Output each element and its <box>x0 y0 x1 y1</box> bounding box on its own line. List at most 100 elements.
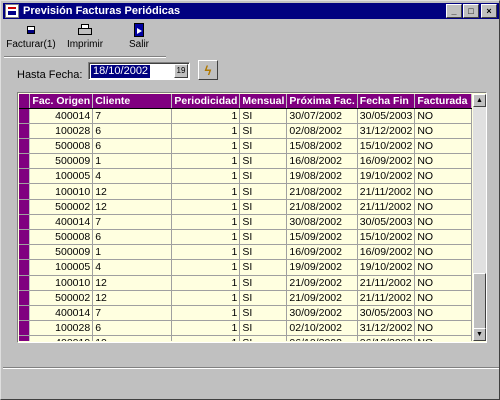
table-cell[interactable]: 1 <box>171 199 241 215</box>
row-indicator[interactable] <box>19 199 31 215</box>
table-row[interactable]: 500008 6 1 SI 15/08/2002 15/10/2002 NO <box>19 138 472 155</box>
table-cell[interactable]: 21/08/2002 <box>286 183 358 200</box>
table-cell[interactable]: NO <box>414 335 472 341</box>
table-cell[interactable]: 21/09/2002 <box>286 275 358 291</box>
table-row[interactable]: 500009 1 1 SI 16/09/2002 16/09/2002 NO <box>19 244 472 261</box>
column-header[interactable]: Fecha Fin <box>357 94 416 109</box>
table-cell[interactable]: 6 <box>92 123 173 139</box>
scroll-up-button[interactable]: ▲ <box>473 94 486 107</box>
table-cell[interactable]: NO <box>414 229 472 246</box>
table-cell[interactable]: 1 <box>171 168 241 185</box>
table-cell[interactable]: 100005 <box>29 168 94 185</box>
table-cell[interactable]: 30/09/2002 <box>286 305 358 322</box>
column-header[interactable]: Cliente <box>92 94 173 109</box>
table-cell[interactable]: 500008 <box>29 229 94 246</box>
table-cell[interactable]: 1 <box>171 123 241 139</box>
table-cell[interactable]: 21/11/2002 <box>357 290 416 306</box>
row-indicator[interactable] <box>19 153 31 170</box>
table-cell[interactable]: 06/10/2002 <box>286 335 358 341</box>
table-cell[interactable]: SI <box>239 108 288 124</box>
table-cell[interactable]: 500009 <box>29 244 94 261</box>
table-cell[interactable]: 12 <box>92 275 173 291</box>
table-cell[interactable]: 30/07/2002 <box>286 108 358 124</box>
table-row[interactable]: 400014 7 1 SI 30/09/2002 30/05/2003 NO <box>19 305 472 322</box>
invoice-grid[interactable]: Fac. Origen Cliente Periodicidad Mensual… <box>17 92 487 343</box>
table-cell[interactable]: 500002 <box>29 199 94 215</box>
table-cell[interactable]: 400019 <box>29 335 94 341</box>
table-cell[interactable]: 1 <box>171 305 241 322</box>
table-cell[interactable]: 7 <box>92 214 173 231</box>
column-header[interactable]: Periodicidad <box>171 94 241 109</box>
table-cell[interactable]: 19/10/2002 <box>357 168 416 185</box>
table-cell[interactable]: NO <box>414 153 472 170</box>
table-cell[interactable]: 31/12/2002 <box>357 320 416 337</box>
close-button[interactable]: × <box>481 4 497 18</box>
table-cell[interactable]: 19/08/2002 <box>286 168 358 185</box>
table-cell[interactable]: SI <box>239 214 288 231</box>
table-cell[interactable]: NO <box>414 290 472 306</box>
table-cell[interactable]: 1 <box>171 214 241 231</box>
table-cell[interactable]: 19/10/2002 <box>357 259 416 276</box>
table-row[interactable]: 400019101SI06/10/200206/12/2002NO <box>19 335 472 341</box>
table-cell[interactable]: SI <box>239 305 288 322</box>
table-cell[interactable]: NO <box>414 275 472 291</box>
table-cell[interactable]: NO <box>414 138 472 155</box>
table-cell[interactable]: 100010 <box>29 183 94 200</box>
table-cell[interactable]: SI <box>239 153 288 170</box>
table-cell[interactable]: 100028 <box>29 320 94 337</box>
table-cell[interactable]: 100005 <box>29 259 94 276</box>
column-header[interactable]: Facturada <box>414 94 472 109</box>
table-cell[interactable]: SI <box>239 290 288 306</box>
table-row[interactable]: 500009 1 1 SI 16/08/2002 16/09/2002 NO <box>19 153 472 170</box>
table-cell[interactable]: 500009 <box>29 153 94 170</box>
table-cell[interactable]: NO <box>414 108 472 124</box>
imprimir-button[interactable]: Imprimir <box>58 20 112 53</box>
minimize-button[interactable]: _ <box>446 4 462 18</box>
table-cell[interactable]: NO <box>414 259 472 276</box>
table-row[interactable]: 400014 7 1 SI 30/08/2002 30/05/2003 NO <box>19 214 472 231</box>
table-cell[interactable]: 12 <box>92 183 173 200</box>
table-cell[interactable]: 1 <box>171 335 241 341</box>
table-cell[interactable]: SI <box>239 320 288 337</box>
table-row[interactable]: 100010 12 1 SI 21/09/2002 21/11/2002 NO <box>19 275 472 291</box>
table-cell[interactable]: NO <box>414 183 472 200</box>
scroll-down-button[interactable]: ▼ <box>473 328 486 341</box>
table-cell[interactable]: 12 <box>92 199 173 215</box>
column-header[interactable]: Mensual <box>239 94 288 109</box>
table-cell[interactable]: 30/05/2003 <box>357 305 416 322</box>
table-cell[interactable]: SI <box>239 183 288 200</box>
table-cell[interactable]: 1 <box>171 108 241 124</box>
table-row[interactable]: 100010 12 1 SI 21/08/2002 21/11/2002 NO <box>19 183 472 200</box>
table-cell[interactable]: 19/09/2002 <box>286 259 358 276</box>
table-cell[interactable]: 30/05/2003 <box>357 214 416 231</box>
table-cell[interactable]: SI <box>239 275 288 291</box>
table-cell[interactable]: 400014 <box>29 108 94 124</box>
table-cell[interactable]: 15/08/2002 <box>286 138 358 155</box>
table-row[interactable]: 100005 4 1 SI 19/08/2002 19/10/2002 NO <box>19 168 472 185</box>
table-cell[interactable]: 6 <box>92 320 173 337</box>
table-cell[interactable]: 1 <box>171 229 241 246</box>
scroll-thumb[interactable] <box>473 273 486 329</box>
table-cell[interactable]: NO <box>414 214 472 231</box>
table-row[interactable]: 100028 6 1 SI 02/08/2002 31/12/2002 NO <box>19 123 472 139</box>
table-cell[interactable]: 400014 <box>29 305 94 322</box>
table-row[interactable]: 500008 6 1 SI 15/09/2002 15/10/2002 NO <box>19 229 472 246</box>
table-cell[interactable]: 7 <box>92 305 173 322</box>
table-cell[interactable]: SI <box>239 335 288 341</box>
table-cell[interactable]: NO <box>414 320 472 337</box>
row-indicator[interactable] <box>19 229 31 246</box>
table-cell[interactable]: 21/11/2002 <box>357 199 416 215</box>
table-cell[interactable]: 06/12/2002 <box>357 335 416 341</box>
row-indicator[interactable] <box>19 275 31 291</box>
column-header[interactable]: Fac. Origen <box>29 94 94 109</box>
table-cell[interactable]: 21/11/2002 <box>357 183 416 200</box>
table-cell[interactable]: 1 <box>171 244 241 261</box>
table-cell[interactable]: 500002 <box>29 290 94 306</box>
row-indicator[interactable] <box>19 214 31 231</box>
table-cell[interactable]: 500008 <box>29 138 94 155</box>
row-indicator[interactable] <box>19 290 31 306</box>
table-row[interactable]: 500002 12 1 SI 21/09/2002 21/11/2002 NO <box>19 290 472 306</box>
table-cell[interactable]: 16/09/2002 <box>286 244 358 261</box>
table-cell[interactable]: 7 <box>92 108 173 124</box>
table-cell[interactable]: 15/10/2002 <box>357 138 416 155</box>
